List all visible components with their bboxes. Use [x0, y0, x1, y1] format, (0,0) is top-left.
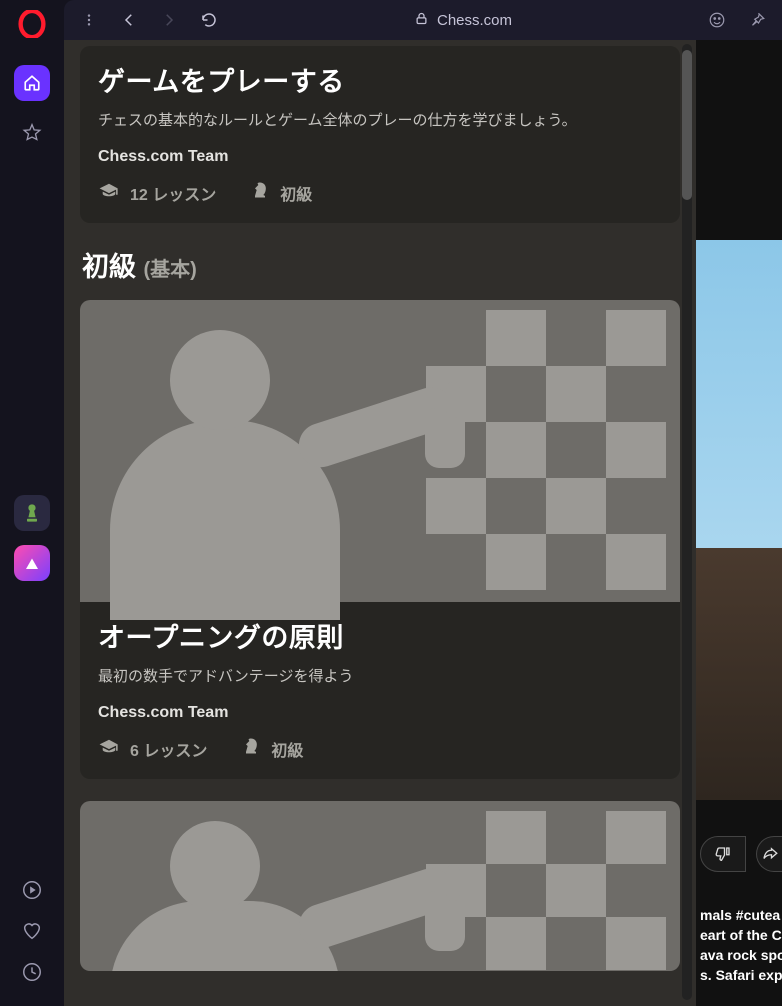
knight-icon: [241, 736, 261, 761]
sidebar-app-tile[interactable]: [14, 545, 50, 581]
lock-icon: [414, 11, 429, 30]
knight-icon: [250, 180, 270, 205]
opera-logo-icon[interactable]: [18, 10, 46, 65]
sidebar-bottom-group: [21, 879, 43, 988]
sidebar-home-tile[interactable]: [14, 65, 50, 101]
sidebar-player-icon[interactable]: [21, 879, 43, 906]
lesson-subtitle: 最初の数手でアドバンテージを得よう: [98, 665, 662, 686]
lesson-illustration: [80, 300, 680, 602]
lesson-author: Chess.com Team: [98, 704, 662, 722]
graduation-cap-icon: [98, 181, 120, 204]
toolbar-menu-icon[interactable]: [78, 9, 100, 31]
lessons-overlay: ゲームをプレーする チェスの基本的なルールとゲーム全体のプレーの仕方を学びましょ…: [64, 40, 696, 1006]
address-bar[interactable]: Chess.com: [414, 11, 512, 30]
lesson-author: Chess.com Team: [98, 148, 662, 166]
section-heading: 初級 (基本): [82, 245, 678, 284]
lesson-illustration: [80, 801, 680, 971]
lesson-card[interactable]: ゲームをプレーする チェスの基本的なルールとゲーム全体のプレーの仕方を学びましょ…: [80, 46, 680, 223]
lesson-card[interactable]: オープニングの原則 最初の数手でアドバンテージを得よう Chess.com Te…: [80, 300, 680, 779]
graduation-cap-icon: [98, 737, 120, 760]
background-caption: mals #cutea eart of the C ava rock spo s…: [700, 905, 782, 985]
browser-toolbar: Chess.com: [64, 0, 782, 40]
lesson-meta: 12 レッスン 初級: [98, 180, 662, 205]
lesson-title: オープニングの原則: [98, 616, 662, 655]
sidebar-bookmarks-tile[interactable]: [14, 115, 50, 151]
lesson-meta: 6 レッスン 初級: [98, 736, 662, 761]
background-video-thumbnail[interactable]: [695, 240, 782, 800]
sidebar-pinned-group: [14, 495, 50, 595]
opera-sidebar: [0, 0, 64, 1006]
address-text: Chess.com: [437, 12, 512, 29]
nav-forward-button[interactable]: [158, 9, 180, 31]
sidebar-heart-icon[interactable]: [21, 920, 43, 947]
overlay-scrollbar-thumb[interactable]: [682, 50, 692, 200]
nav-back-button[interactable]: [118, 9, 140, 31]
toolbar-emoji-icon[interactable]: [706, 9, 728, 31]
sidebar-chess-app-tile[interactable]: [14, 495, 50, 531]
video-dislike-button[interactable]: [700, 836, 746, 872]
lesson-card[interactable]: [80, 801, 680, 971]
toolbar-pin-icon[interactable]: [746, 9, 768, 31]
sidebar-history-icon[interactable]: [21, 961, 43, 988]
nav-reload-button[interactable]: [198, 9, 220, 31]
lesson-subtitle: チェスの基本的なルールとゲーム全体のプレーの仕方を学びましょう。: [98, 109, 662, 130]
lesson-title: ゲームをプレーする: [98, 60, 662, 99]
